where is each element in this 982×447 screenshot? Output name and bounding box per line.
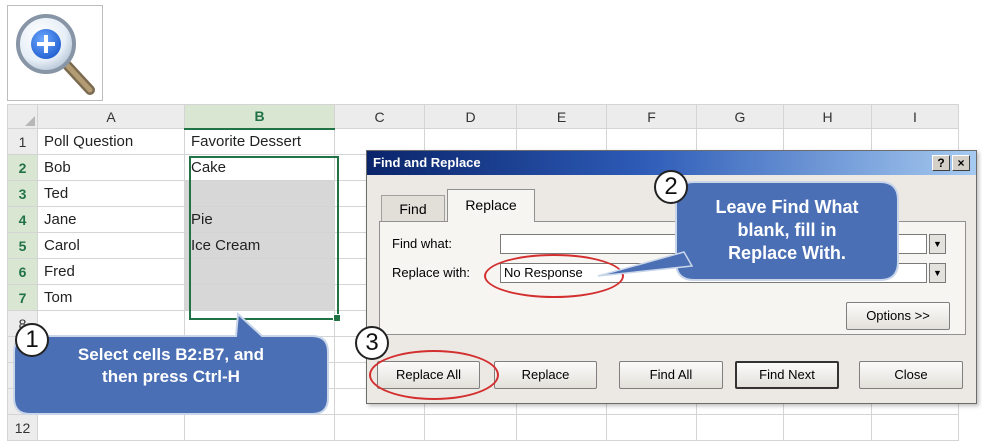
tab-replace[interactable]: Replace <box>447 189 535 222</box>
step-3-badge: 3 <box>355 326 389 360</box>
callout-2-text: Leave Find What blank, fill in Replace W… <box>715 197 859 263</box>
step-2-badge: 2 <box>654 170 688 204</box>
